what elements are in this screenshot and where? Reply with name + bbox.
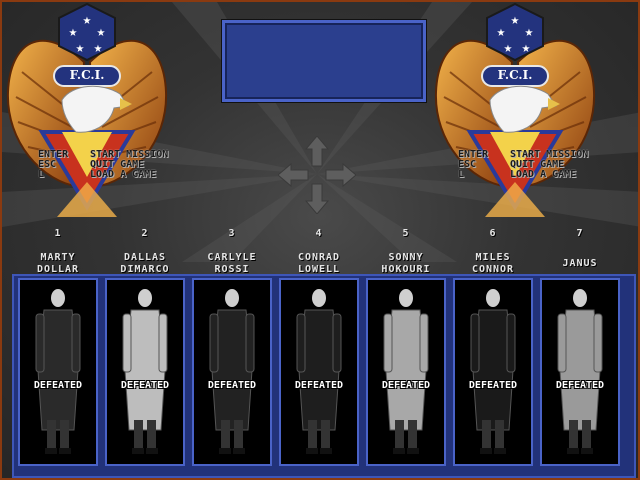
agent-number: 4 — [315, 228, 323, 239]
svg-text:★: ★ — [76, 40, 85, 56]
agent-name: CONRAD LOWELL — [297, 252, 341, 275]
svg-text:★: ★ — [504, 40, 513, 56]
agent-card[interactable]: DEFEATED — [192, 278, 272, 466]
agent-status: DEFEATED — [468, 380, 518, 391]
agent-name: MILES CONNOR — [471, 252, 515, 275]
svg-text:★: ★ — [94, 40, 103, 56]
control-hint: L LOAD A GAME — [458, 170, 588, 180]
agent-name: JANUS — [562, 258, 598, 269]
agent-number: 2 — [141, 228, 149, 239]
agent-status: DEFEATED — [381, 380, 431, 391]
agent-status: DEFEATED — [207, 380, 257, 391]
controls-help-left: ENTER START MISSION ESC QUIT GAME L LOAD A GA… — [38, 150, 168, 180]
agent-name: SONNY HOKOURI — [381, 252, 431, 275]
agent-status: DEFEATED — [555, 380, 605, 391]
svg-text:★: ★ — [497, 24, 506, 40]
four-direction-arrows-icon[interactable] — [278, 136, 356, 214]
agent-number: 5 — [402, 228, 410, 239]
agent-card[interactable]: DEFEATED — [540, 278, 620, 466]
control-key: L — [458, 169, 465, 180]
control-action: LOAD A GAME — [510, 169, 577, 180]
svg-text:★: ★ — [69, 24, 78, 40]
agent-card[interactable]: DEFEATED — [453, 278, 533, 466]
agent-portrait — [470, 289, 516, 454]
agent-name: DALLAS DIMARCO — [120, 252, 170, 275]
agent-number: 7 — [576, 228, 584, 239]
fci-emblem-left-icon: ★ ★ ★ ★ ★ — [6, 2, 168, 217]
emblem-label-left: F.C.I. — [69, 68, 105, 82]
agent-portrait — [296, 289, 342, 454]
agent-status: DEFEATED — [120, 380, 170, 391]
agent-portrait — [122, 289, 168, 454]
agent-status: DEFEATED — [33, 380, 83, 391]
game-screen: ★ ★ ★ ★ ★ ENTER START MISSION ESC QUIT GAME… — [0, 0, 640, 480]
mission-briefing-screen — [222, 20, 426, 102]
control-key: ESC — [458, 159, 477, 170]
agent-card[interactable]: DEFEATED — [279, 278, 359, 466]
control-key: L — [38, 169, 45, 180]
svg-text:★: ★ — [522, 40, 531, 56]
agent-number: 1 — [54, 228, 62, 239]
agent-name: MARTY DOLLAR — [36, 252, 80, 275]
control-hint: L LOAD A GAME — [38, 170, 168, 180]
controls-help-right: ENTER START MISSION ESC QUIT GAME L LOAD A GA… — [458, 150, 588, 180]
svg-text:★: ★ — [83, 12, 92, 28]
control-key: ESC — [38, 159, 57, 170]
agent-number: 6 — [489, 228, 497, 239]
svg-text:★: ★ — [525, 24, 534, 40]
agent-name: CARLYLE ROSSI — [207, 252, 257, 275]
agent-card[interactable]: DEFEATED — [105, 278, 185, 466]
agent-portrait — [557, 289, 603, 454]
emblem-label-right: F.C.I. — [497, 68, 533, 82]
agent-portrait — [209, 289, 255, 454]
svg-text:★: ★ — [511, 12, 520, 28]
fci-emblem-right-icon: ★ ★ ★ ★ ★ — [434, 2, 596, 217]
agent-card[interactable]: DEFEATED — [366, 278, 446, 466]
control-action: LOAD A GAME — [90, 169, 157, 180]
agent-number: 3 — [228, 228, 236, 239]
agent-portrait — [35, 289, 81, 454]
agent-portrait — [383, 289, 429, 454]
agent-card[interactable]: DEFEATED — [18, 278, 98, 466]
agent-status: DEFEATED — [294, 380, 344, 391]
svg-text:★: ★ — [97, 24, 106, 40]
